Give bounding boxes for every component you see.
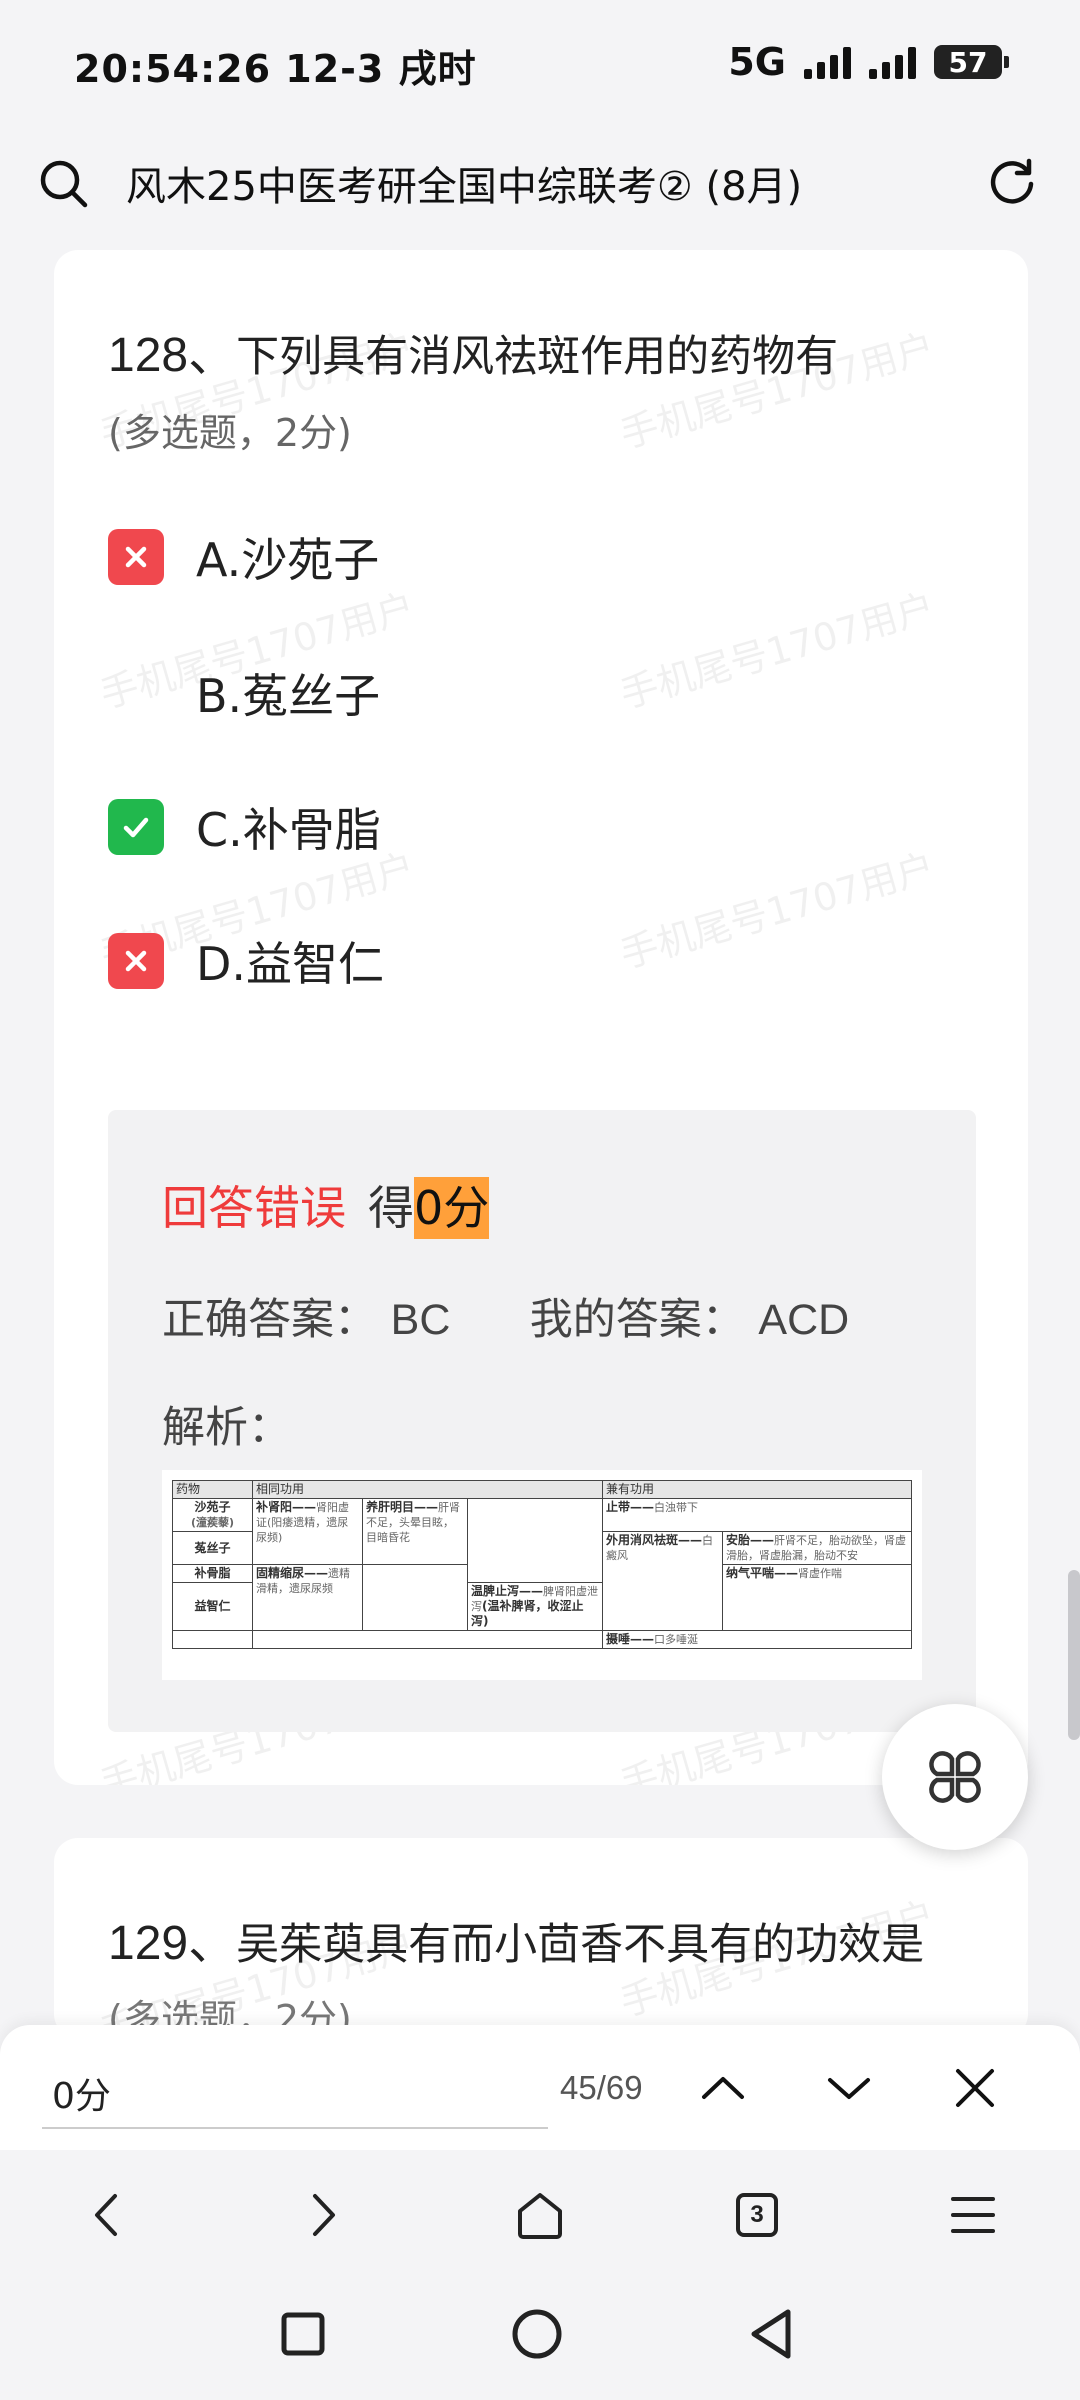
answer-line: 正确答案： BC 我的答案： ACD [162,1285,849,1347]
table-drug: 益智仁 [172,1582,253,1631]
option-d[interactable]: D.益智仁 [108,926,808,996]
option-label: A.沙苑子 [196,533,380,587]
table-cell: 养肝明目——肝肾不足，头晕目眩，目暗昏花 [362,1498,468,1565]
my-answer-label: 我的答案： [529,1295,745,1345]
square-icon [281,2312,325,2356]
option-mark-empty [108,665,164,721]
score-prefix: 得 [368,1181,414,1235]
table-drug: 菟丝子 [172,1531,253,1565]
chevron-left-icon [95,2194,117,2236]
page-header: 风木25中医考研全国中综联考② (8月) [0,130,1080,235]
home-button[interactable] [505,2180,575,2250]
question-text: 下列具有消风祛斑作用的药物有 [236,332,839,382]
table-drug [172,1630,253,1649]
question-number: 129、 [108,1917,237,1970]
table-header: 兼有功用 [602,1480,912,1499]
battery-icon: 57 [934,45,1009,79]
result-line: 回答错误 得0分 [162,1172,490,1239]
table-cell: 固精缩尿——遗精滑精，遗尿尿频 [252,1564,363,1631]
grid-menu-icon [929,1751,981,1803]
refresh-icon[interactable] [984,154,1040,210]
table-cell: 温脾止泻——脾肾阳虚泄泻(温补脾肾，收涩止泻) [467,1582,603,1631]
score-value: 0分 [414,1177,490,1239]
status-indicators: 5G 57 [728,38,1009,86]
table-cell [467,1498,603,1583]
correct-mark-icon [108,799,164,855]
status-time: 20:54:26 12-3 戌时 [74,47,477,91]
signal-icon [869,45,916,79]
system-navigation-bar [0,2275,1080,2400]
question-card: 手机尾号1707用户 手机尾号1707用户 129、吴茱萸具有而小茴香不具有的功… [54,1838,1028,2038]
table-drug: 沙苑子 (潼蒺藜) [172,1498,253,1532]
close-find-button[interactable] [940,2053,1010,2123]
result-verdict: 回答错误 [162,1181,346,1235]
table-cell: 止带——白浊带下 [602,1498,912,1532]
triangle-back-icon [751,2309,791,2359]
option-a[interactable]: A.沙苑子 [108,522,808,592]
question-title: 129、吴茱萸具有而小茴香不具有的功效是 [108,1903,924,1973]
chevron-down-icon [828,2078,870,2099]
table-cell [252,1630,603,1649]
tabs-button[interactable]: 3 [722,2180,792,2250]
home-nav-button[interactable] [504,2301,570,2367]
signal-icon [804,45,851,79]
tab-count-icon: 3 [736,2193,778,2237]
table-drug: 补骨脂 [172,1564,253,1583]
previous-match-button[interactable] [688,2053,758,2123]
next-match-button[interactable] [814,2053,884,2123]
option-label: C.补骨脂 [196,803,381,857]
analysis-table: 药物 相同功用 兼有功用 沙苑子 (潼蒺藜) 补肾阳——肾阳虚证(阳痿遗精，遗尿尿… [172,1480,912,1649]
menu-button[interactable] [938,2180,1008,2250]
browser-toolbar: 3 [0,2150,1080,2275]
match-counter: 45/69 [560,2069,643,2106]
table-header: 相同功用 [252,1480,603,1499]
close-icon [956,2069,994,2107]
chevron-up-icon [702,2077,744,2099]
question-type: (多选题，2分) [108,411,352,455]
question-number: 128、 [108,329,237,382]
recents-button[interactable] [270,2301,336,2367]
chevron-right-icon [313,2194,335,2236]
back-button[interactable] [72,2180,142,2250]
analysis-label: 解析： [162,1403,291,1453]
network-type: 5G [728,40,786,84]
question-title: 128、下列具有消风祛斑作用的药物有 [108,315,838,385]
question-card: 手机尾号1707用户 手机尾号1707用户 手机尾号1707用户 手机尾号170… [54,250,1028,1785]
scrollbar[interactable] [1068,1570,1080,1740]
find-input-underline [42,2127,548,2129]
find-panel: 0分 45/69 [0,2025,1080,2150]
analysis-panel: 回答错误 得0分 正确答案： BC 我的答案： ACD 解析： 药物 相同功用 … [108,1110,976,1732]
table-cell: 补肾阳——肾阳虚证(阳痿遗精，遗尿尿频) [252,1498,363,1565]
result-score: 得0分 [368,1172,490,1239]
correct-answer-value: BC [390,1296,451,1344]
analysis-table-image[interactable]: 药物 相同功用 兼有功用 沙苑子 (潼蒺藜) 补肾阳——肾阳虚证(阳痿遗精，遗尿尿… [162,1470,922,1680]
table-cell: 外用消风祛斑——白癜风 [602,1531,723,1631]
correct-answer-label: 正确答案： [162,1295,377,1345]
question-text: 吴茱萸具有而小茴香不具有的功效是 [236,1920,925,1970]
wrong-mark-icon [108,933,164,989]
back-nav-button[interactable] [738,2301,804,2367]
wrong-mark-icon [108,529,164,585]
battery-level: 57 [948,45,988,79]
status-bar: 20:54:26 12-3 戌时 5G 57 [0,0,1080,120]
table-cell [362,1564,468,1631]
option-c[interactable]: C.补骨脂 [108,792,808,862]
hamburger-menu-icon [951,2197,995,2233]
find-input[interactable]: 0分 [52,2067,111,2119]
page-title: 风木25中医考研全国中综联考② (8月) [126,164,803,210]
home-icon [518,2193,562,2239]
circle-icon [512,2309,562,2359]
my-answer-value: ACD [758,1296,850,1344]
option-label: B.菟丝子 [196,669,381,723]
floating-menu-button[interactable] [882,1704,1028,1850]
table-cell: 摄唾——口多唾涎 [602,1630,912,1649]
forward-button[interactable] [288,2180,358,2250]
option-label: D.益智仁 [196,937,385,991]
table-cell: 安胎——肝肾不足，胎动欲坠，肾虚滑胎，肾虚胎漏，胎动不安 [722,1531,912,1565]
table-header: 药物 [172,1480,253,1499]
search-icon[interactable] [36,156,90,210]
option-b[interactable]: B.菟丝子 [108,658,808,728]
table-cell: 纳气平喘——肾虚作喘 [722,1564,912,1631]
